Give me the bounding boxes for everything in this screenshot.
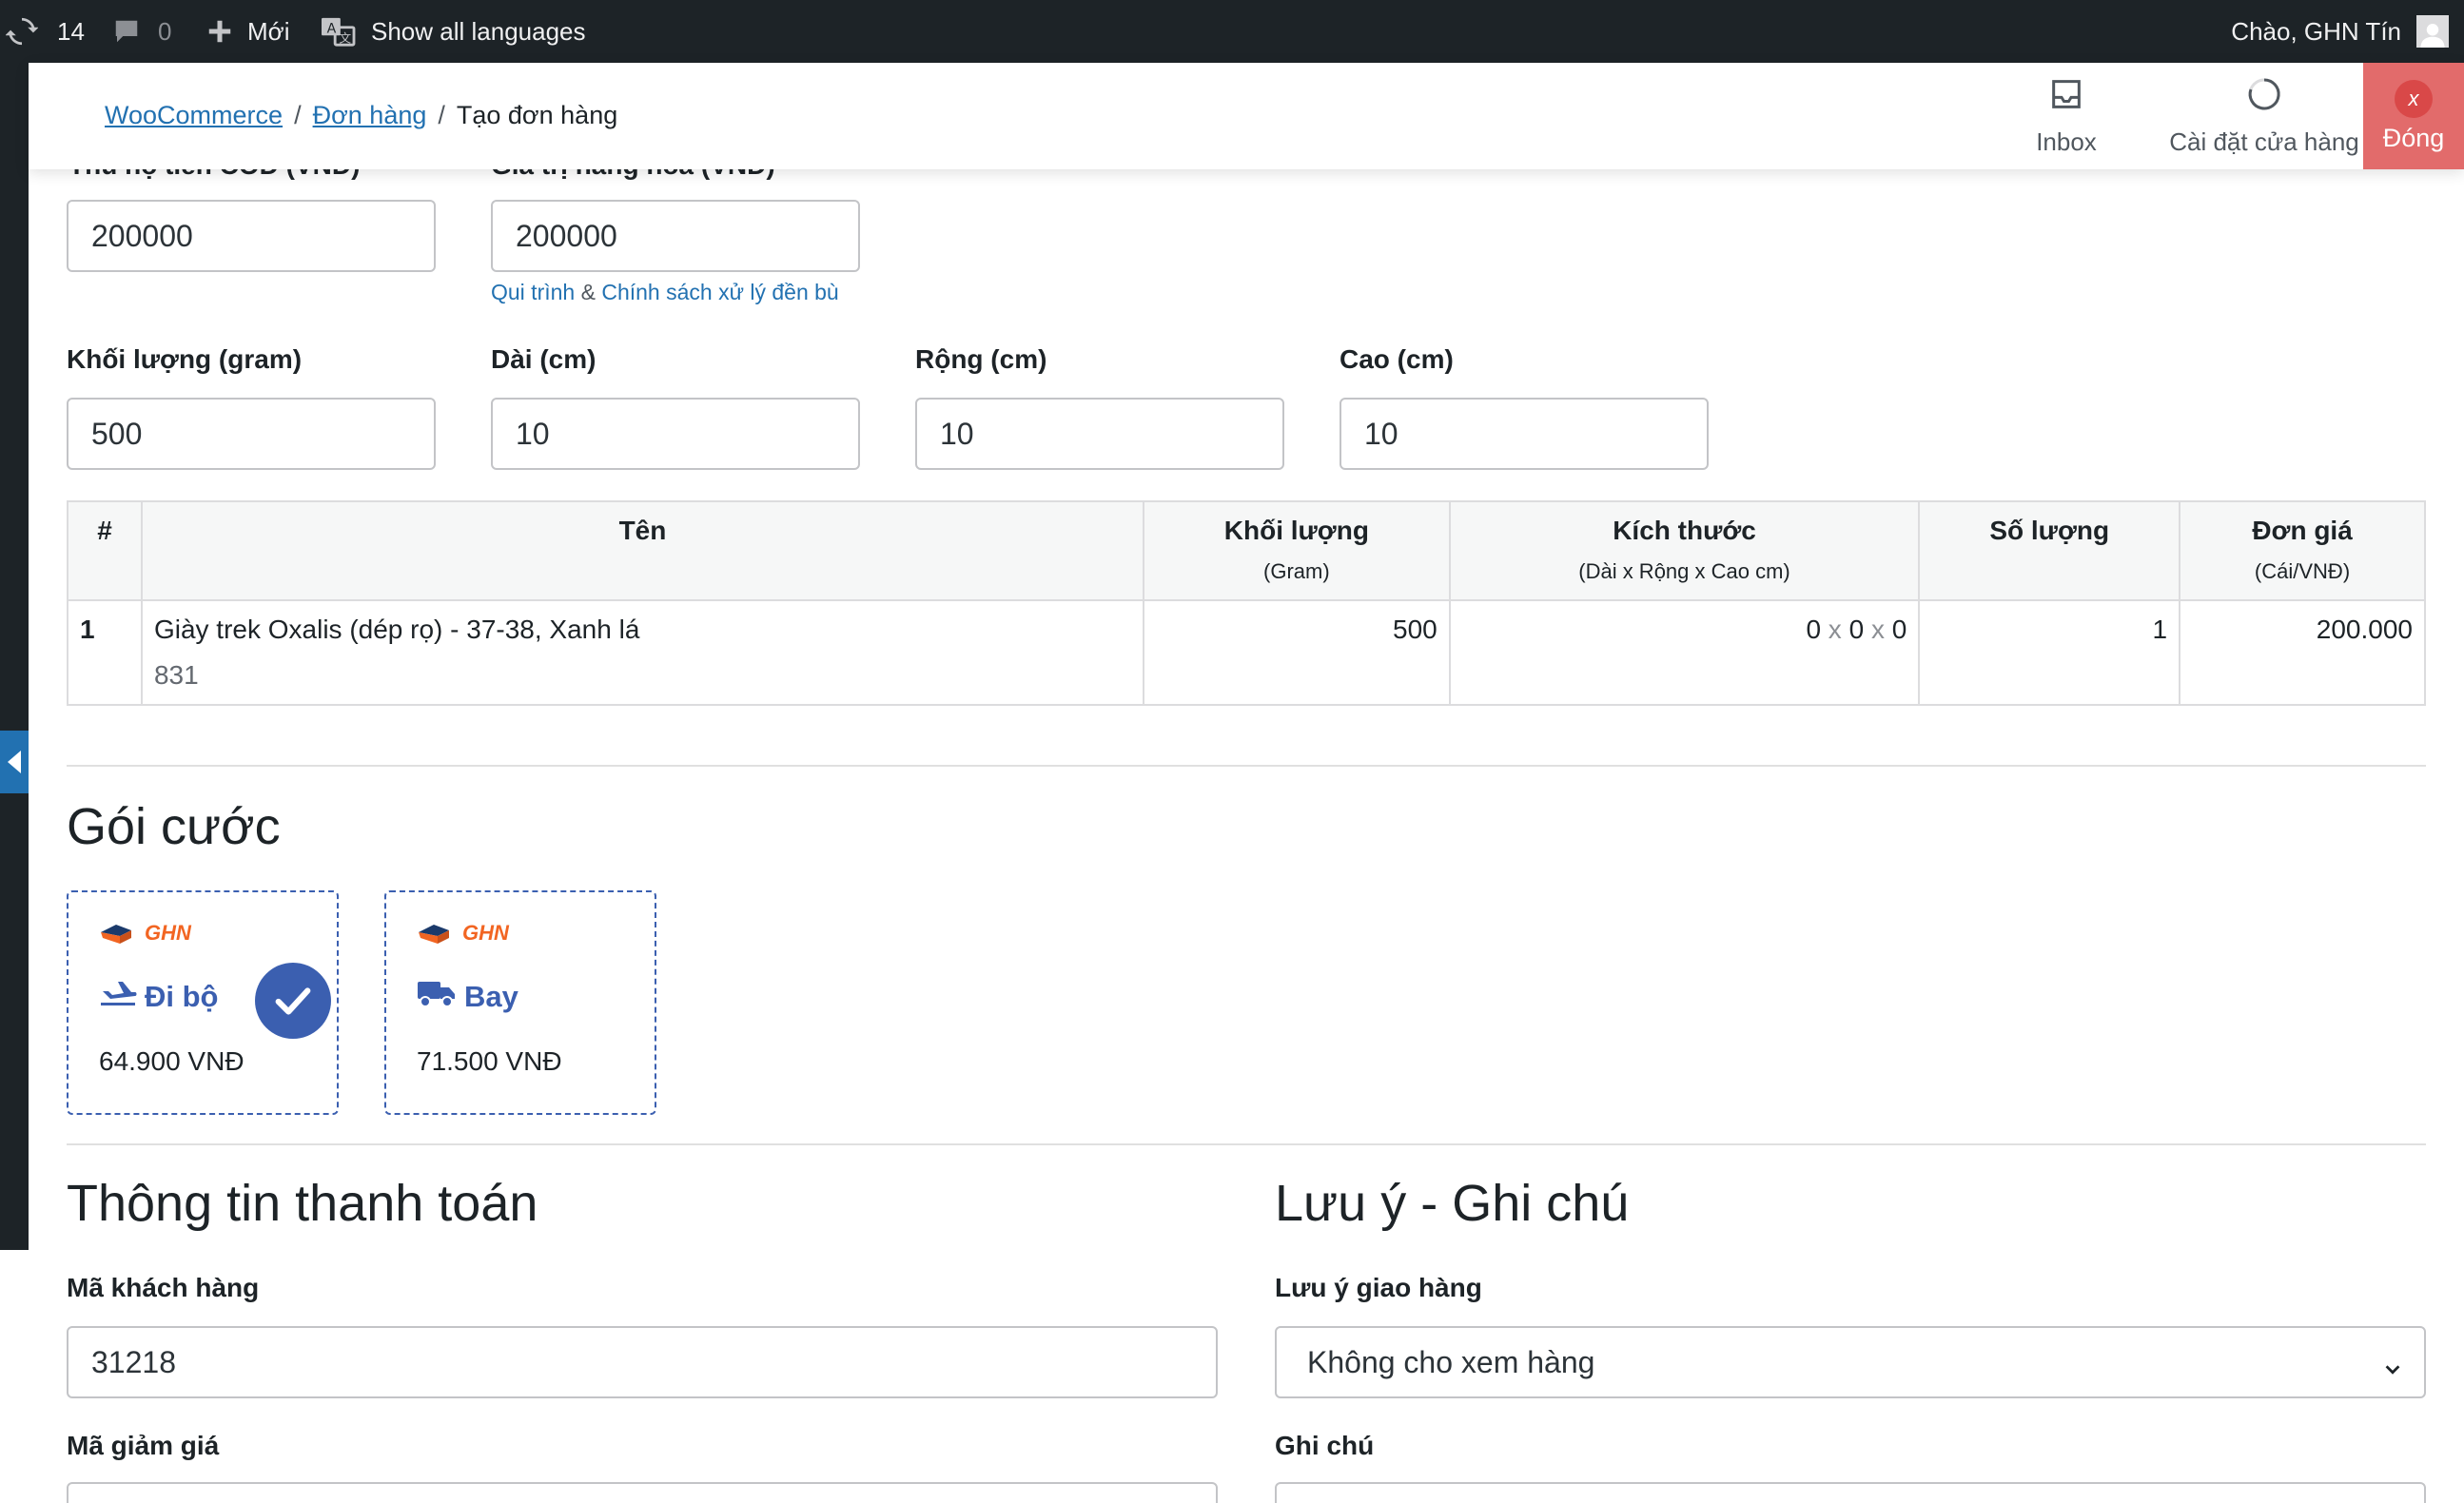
note-label: Ghi chú [1275,1431,1375,1460]
inbox-label: Inbox [2036,127,2097,156]
order-form: Thu hộ tiền COD (VNĐ) Giá trị hàng hoá (… [29,63,2464,1503]
row-index: 1 [67,599,143,706]
admin-bar: 14 0 Mới A文 Show all languages Chào, GHN… [0,0,2464,63]
truck-icon [417,978,457,1016]
ghn-logo: GHN [417,921,509,946]
breadcrumb: WooCommerce / Đơn hàng / Tạo đơn hàng [105,101,617,130]
comments-link[interactable]: 0 [112,0,171,63]
weight-label: Khối lượng (gram) [67,344,303,374]
close-icon: x [2395,79,2433,118]
goods-value-input[interactable]: 200000 [491,200,860,272]
col-weight: Khối lượng (Gram) [1142,500,1451,601]
svg-text:文: 文 [339,31,351,46]
breadcrumb-current: Tạo đơn hàng [456,101,618,129]
col-size: Kích thước (Dài x Rộng x Cao cm) [1448,500,1921,601]
account-menu[interactable]: Chào, GHN Tín [2231,0,2449,63]
product-name: Giày trek Oxalis (dép rọ) - 37-38, Xanh … [153,615,640,644]
height-label: Cao (cm) [1340,344,1454,374]
rate-card-air[interactable]: GHN Bay 71.500 VNĐ [384,890,656,1115]
rate-card-walk[interactable]: GHN Đi bộ 64.900 VNĐ [67,890,339,1115]
breadcrumb-orders[interactable]: Đơn hàng [313,101,427,130]
inbox-icon [2047,75,2085,120]
rate-price: 71.500 VNĐ [417,1046,562,1076]
close-label: Đóng [2382,123,2445,152]
languages-switcher[interactable]: A文 Show all languages [320,0,586,63]
compensation-policy-link[interactable]: Chính sách xử lý đền bù [601,280,838,304]
col-name: Tên [140,500,1144,601]
avatar [2416,15,2449,48]
process-link[interactable]: Qui trình [491,280,575,304]
breadcrumb-separator: / [438,101,445,129]
rate-name: Bay [417,978,518,1016]
svg-text:A: A [327,21,337,36]
notes-title: Lưu ý - Ghi chú [1275,1175,1630,1232]
updates-link[interactable]: 14 [6,0,85,63]
close-button[interactable]: x Đóng [2363,63,2464,169]
width-input[interactable]: 10 [915,398,1284,470]
plus-icon [205,17,234,46]
weight-input[interactable]: 500 [67,398,436,470]
new-content-link[interactable]: Mới [205,0,289,63]
delivery-note-value: Không cho xem hàng [1307,1344,1595,1379]
col-price-unit: (Cái/VNĐ) [2254,559,2351,583]
rates-title: Gói cước [67,798,281,855]
discount-code-input[interactable] [67,1482,1218,1503]
divider [67,765,2426,767]
row-qty: 1 [1918,599,2181,706]
ghn-logo: GHN [99,921,191,946]
progress-ring-icon [2245,75,2283,120]
store-setup-label: Cài đặt cửa hàng [2169,127,2359,156]
breadcrumb-woocommerce[interactable]: WooCommerce [105,101,283,130]
product-sku: 831 [153,660,199,690]
row-product: Giày trek Oxalis (dép rọ) - 37-38, Xanh … [140,599,1144,706]
comments-count: 0 [158,16,172,46]
divider [67,1143,2426,1145]
rate-price: 64.900 VNĐ [99,1046,244,1076]
row-weight: 500 [1142,599,1451,706]
inbox-button[interactable]: Inbox [2009,63,2123,169]
payment-title: Thông tin thanh toán [67,1175,538,1232]
row-size: 0 x 0 x 0 [1448,599,1921,706]
discount-code-label: Mã giảm giá [67,1431,220,1460]
store-setup-button[interactable]: Cài đặt cửa hàng [2141,63,2388,169]
comment-icon [112,17,141,46]
col-price: Đơn giá (Cái/VNĐ) [2179,500,2426,601]
policy-links: Qui trình & Chính sách xử lý đền bù [491,280,839,305]
delivery-note-label: Lưu ý giao hàng [1275,1273,1482,1302]
col-weight-unit: (Gram) [1263,559,1330,583]
col-size-unit: (Dài x Rộng x Cao cm) [1578,559,1790,583]
updates-count: 14 [57,16,85,46]
policy-amp: & [580,280,596,304]
row-price: 200.000 [2179,599,2426,706]
table-row: 1 Giày trek Oxalis (dép rọ) - 37-38, Xan… [67,599,2426,706]
height-input[interactable]: 10 [1340,398,1709,470]
collapse-menu-button[interactable] [0,731,29,793]
translate-icon: A文 [320,15,356,48]
table-header-row: # Tên Khối lượng (Gram) Kích thước (Dài x … [67,500,2426,601]
customer-code-input[interactable]: 31218 [67,1326,1218,1398]
chevron-down-icon [2382,1353,2403,1388]
new-label: Mới [247,16,290,46]
refresh-icon [6,15,38,48]
col-index: # [67,500,143,601]
admin-menu-strip [0,63,29,1250]
woocommerce-header: WooCommerce / Đơn hàng / Tạo đơn hàng In… [29,63,2464,169]
languages-label: Show all languages [371,16,586,46]
order-items-table: # Tên Khối lượng (Gram) Kích thước (Dài x … [67,500,2426,706]
plane-icon [99,978,137,1016]
selected-check-icon [255,963,331,1039]
note-textarea[interactable] [1275,1482,2426,1503]
length-label: Dài (cm) [491,344,596,374]
col-qty: Số lượng [1918,500,2181,601]
rate-name: Đi bộ [99,978,219,1016]
length-input[interactable]: 10 [491,398,860,470]
delivery-note-select[interactable]: Không cho xem hàng [1275,1326,2426,1398]
cod-input[interactable]: 200000 [67,200,436,272]
width-label: Rộng (cm) [915,344,1047,374]
breadcrumb-separator: / [294,101,302,129]
customer-code-label: Mã khách hàng [67,1273,260,1302]
greeting: Chào, GHN Tín [2231,16,2401,46]
